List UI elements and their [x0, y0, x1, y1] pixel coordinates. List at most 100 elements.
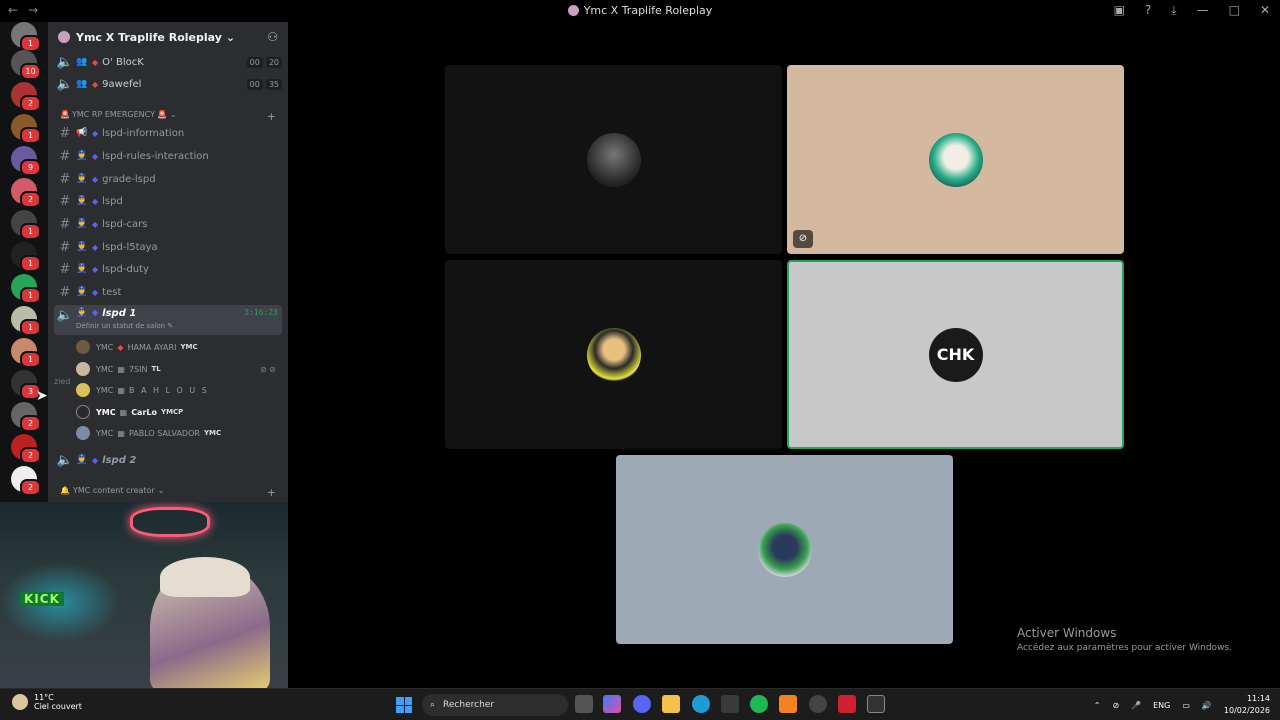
server-icon[interactable]: 1 [11, 338, 41, 368]
voice-user[interactable]: YMC ▦ CarLo YMCP [76, 402, 276, 422]
server-icon[interactable]: 3 [11, 370, 41, 400]
start-button[interactable] [396, 697, 412, 713]
participant-avatar [757, 522, 812, 577]
clock[interactable]: 11:14 10/02/2026 [1224, 693, 1270, 717]
voice-user[interactable]: YMC ◆ HAMA AYARI YMC [76, 337, 276, 357]
channel-name: lspd-cars [102, 218, 148, 230]
officer-icon: 👮 [76, 287, 88, 297]
server-icon[interactable]: 2 [11, 466, 41, 496]
server-icon[interactable]: 1 [11, 242, 41, 272]
voice-user[interactable]: YMC ▦ 7SIN TL ⊘ ⊘ [76, 359, 276, 379]
voice-user[interactable]: YMC ▦ B A H L O U S [76, 380, 276, 400]
app-icon[interactable] [779, 695, 797, 713]
hash-icon: # [59, 284, 71, 300]
text-channel[interactable]: # 👮 ◆ grade-lspd [54, 168, 282, 190]
text-channel[interactable]: # 👮 ◆ lspd-cars [54, 213, 282, 235]
server-icon[interactable]: 1 [11, 306, 41, 336]
window-title: Ymc X Traplife Roleplay [0, 4, 1280, 17]
copilot-icon[interactable] [603, 695, 621, 713]
chevron-up-icon[interactable]: ⌃ [1094, 701, 1101, 710]
streamer-cap [160, 557, 250, 597]
voice-channel[interactable]: 🔈 👥 ◆ 9awefel 00 35 [54, 73, 282, 95]
muted-icons: ⊘ ⊘ [260, 364, 276, 374]
task-view-icon[interactable] [575, 695, 593, 713]
search-box[interactable]: ⌕ Rechercher [422, 694, 568, 716]
server-icon[interactable]: 2 [11, 82, 41, 112]
text-channel[interactable]: # 👮 ◆ lspd-rules-interaction [54, 145, 282, 167]
guild-name: Ymc X Traplife Roleplay [76, 30, 222, 44]
server-icon[interactable]: 1 [11, 22, 41, 52]
file-explorer-icon[interactable] [662, 695, 680, 713]
participant-tile[interactable] [445, 65, 782, 254]
participant-tile[interactable] [616, 455, 953, 644]
language-indicator[interactable]: ENG [1153, 701, 1170, 710]
participant-tile[interactable] [445, 260, 782, 449]
obs-icon[interactable] [867, 695, 885, 713]
avatar [76, 405, 90, 419]
category-header[interactable]: 🔔 YMC content creator ⌄ + [60, 486, 276, 499]
text-channel[interactable]: # 👮 ◆ lspd [54, 190, 282, 212]
notification-badge: 9 [20, 159, 41, 176]
app-icon[interactable] [838, 695, 856, 713]
guild-icon [58, 31, 70, 43]
people-icon: 👥 [76, 57, 88, 67]
display-icon[interactable]: ▭ [1182, 701, 1190, 710]
activate-title: Activer Windows [1017, 626, 1117, 640]
text-channel[interactable]: # 👮 ◆ lspd-l5taya [54, 236, 282, 258]
hash-icon: # [59, 239, 71, 255]
role-icon: ▦ [117, 385, 125, 395]
speaking-participant-tile[interactable]: CHK [787, 260, 1124, 449]
add-member-icon[interactable]: ⚇ [267, 30, 278, 44]
diamond-icon: ◆ [92, 128, 99, 138]
diamond-icon: ◆ [92, 219, 99, 229]
download-icon[interactable]: ⤓ [1171, 3, 1176, 18]
user-prefix: YMC [96, 364, 114, 374]
minimize-button[interactable]: — [1197, 3, 1209, 18]
inbox-icon[interactable]: ▣ [1114, 3, 1125, 18]
role-icon: ▦ [117, 364, 125, 374]
server-icon[interactable]: 2 [11, 434, 41, 464]
text-channel[interactable]: # 👮 ◆ test [54, 281, 282, 303]
text-channel[interactable]: # 👮 ◆ lspd-duty [54, 258, 282, 280]
weather-widget[interactable]: 11°C Ciel couvert [12, 693, 82, 711]
server-icon[interactable]: 1 [11, 114, 41, 144]
participant-tile[interactable]: ⊘ [787, 65, 1124, 254]
date: 10/02/2026 [1223, 706, 1270, 715]
help-icon[interactable]: ? [1145, 3, 1151, 18]
close-button[interactable]: ✕ [1260, 3, 1270, 18]
participant-avatar [586, 327, 641, 382]
network-icon[interactable]: ⊘ [1112, 701, 1119, 710]
notification-badge: 2 [20, 447, 41, 464]
voice-channel[interactable]: 🔈 👥 ◆ O' BlocK 00 20 [54, 51, 282, 73]
discord-app-icon[interactable] [633, 695, 651, 713]
voice-user[interactable]: YMC ▦ PABLO SALVADOR YMC [76, 423, 276, 443]
speaker-icon: 🔈 [56, 308, 74, 323]
server-icon[interactable]: 1 [11, 210, 41, 240]
channel-name: lspd [102, 195, 123, 207]
add-channel-button[interactable]: + [267, 486, 276, 499]
guild-header[interactable]: Ymc X Traplife Roleplay ⌄ ⚇ [48, 22, 288, 52]
text-channel[interactable]: # 📢 ◆ lspd-information [54, 122, 282, 144]
channel-name: lspd-rules-interaction [102, 150, 209, 162]
diamond-icon: ◆ [92, 455, 99, 465]
maximize-button[interactable]: □ [1229, 3, 1240, 18]
set-status-link[interactable]: Définir un statut de salon ✎ [76, 322, 173, 330]
microphone-icon[interactable]: 🎤 [1131, 701, 1141, 710]
hover-tooltip: zied [54, 377, 71, 386]
discord-server-icon[interactable]: 1 [11, 274, 41, 304]
server-icon[interactable]: 9 [11, 146, 41, 176]
server-icon[interactable]: 10 [11, 50, 41, 80]
server-icon[interactable]: 2 [11, 178, 41, 208]
avatar [76, 362, 90, 376]
game-launcher-icon[interactable] [809, 695, 827, 713]
server-icon[interactable]: 2 [11, 402, 41, 432]
channel-name: lspd 2 [102, 454, 137, 466]
notification-badge: 2 [20, 415, 41, 432]
voice-channel[interactable]: 🔈 👮 ◆ lspd 2 [54, 449, 282, 471]
store-icon[interactable] [721, 695, 739, 713]
spotify-icon[interactable] [750, 695, 768, 713]
active-voice-channel[interactable]: 🔈 👮 ◆ lspd 1 3:16:23 Définir un statut de … [54, 305, 282, 335]
people-icon: 👥 [76, 79, 88, 89]
edge-icon[interactable] [692, 695, 710, 713]
volume-icon[interactable]: 🔊 [1202, 701, 1212, 710]
